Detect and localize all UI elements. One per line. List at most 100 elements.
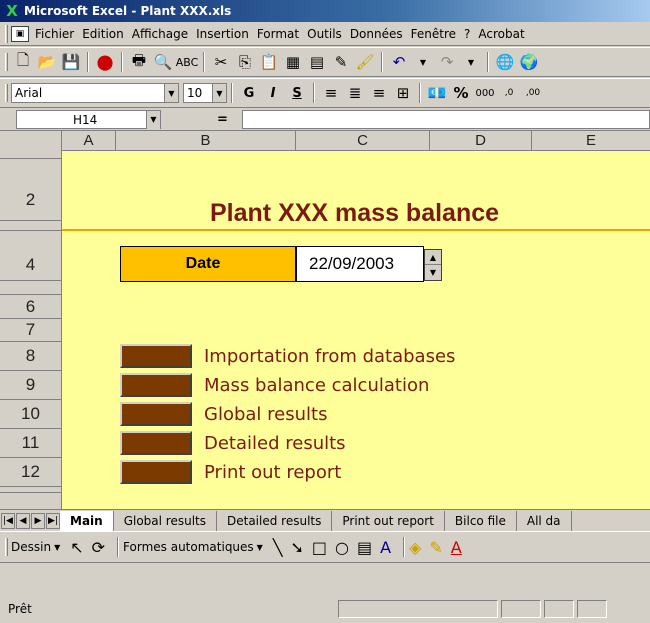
chevron-down-icon[interactable]: ▼	[164, 84, 178, 102]
tab-print-out-report[interactable]: Print out report	[332, 510, 445, 531]
merge-center-icon[interactable]: ⊞	[392, 82, 414, 104]
undo-dropdown-icon[interactable]: ▼	[412, 51, 434, 73]
font-name-select[interactable]: Arial ▼	[11, 83, 179, 103]
tab-detailed-results[interactable]: Detailed results	[217, 510, 333, 531]
print-report-button[interactable]	[120, 460, 192, 484]
menu-format[interactable]: Format	[257, 27, 299, 41]
spin-down-icon[interactable]: ▼	[425, 265, 441, 280]
detailed-results-label[interactable]: Detailed results	[204, 433, 346, 454]
thousands-separator-icon[interactable]: 000	[474, 82, 496, 104]
column-header-b[interactable]: B	[116, 131, 296, 151]
redo-dropdown-icon[interactable]: ▼	[460, 51, 482, 73]
hyperlink-icon[interactable]: 🌍	[518, 51, 540, 73]
percent-icon[interactable]: %	[450, 82, 472, 104]
underline-icon[interactable]: S	[286, 82, 308, 104]
row-header-3[interactable]	[0, 221, 62, 231]
align-right-icon[interactable]: ≡	[368, 82, 390, 104]
oval-icon[interactable]: ○	[335, 538, 349, 557]
currency-icon[interactable]: 💶	[426, 82, 448, 104]
mass-balance-calc-label[interactable]: Mass balance calculation	[204, 375, 429, 396]
menu-donnees[interactable]: Données	[350, 27, 403, 41]
arrow-icon[interactable]: ➘	[290, 538, 303, 557]
decrease-decimal-icon[interactable]: ,00	[522, 82, 544, 104]
web-toolbar-icon[interactable]: 🌐	[494, 51, 516, 73]
align-left-icon[interactable]: ≡	[320, 82, 342, 104]
first-sheet-icon[interactable]: |◀	[1, 512, 15, 529]
italic-icon[interactable]: I	[262, 82, 284, 104]
row-header-2[interactable]: 2	[0, 159, 62, 221]
prev-sheet-icon[interactable]: ◀	[16, 512, 30, 529]
toolbar-grip[interactable]	[5, 84, 8, 102]
line-color-icon[interactable]: ✎	[429, 538, 442, 557]
menu-outils[interactable]: Outils	[307, 27, 342, 41]
font-size-select[interactable]: 10 ▼	[183, 83, 227, 103]
column-header-e[interactable]: E	[532, 131, 650, 151]
date-field[interactable]: 22/09/2003	[296, 246, 424, 282]
tab-all-data[interactable]: All da	[517, 510, 572, 531]
equals-icon[interactable]: =	[217, 112, 228, 127]
row-header-11[interactable]: 11	[0, 429, 62, 458]
document-icon[interactable]: ▣	[11, 25, 29, 42]
column-header-d[interactable]: D	[430, 131, 532, 151]
toolbar-grip[interactable]	[5, 53, 8, 71]
spellcheck-icon[interactable]: ABC	[176, 51, 199, 73]
column-header-a[interactable]: A	[62, 131, 116, 151]
menu-affichage[interactable]: Affichage	[132, 27, 188, 41]
textbox-icon[interactable]: ▤	[357, 538, 372, 557]
draw-menu[interactable]: Dessin ▼	[11, 540, 60, 554]
toolbar-grip[interactable]	[5, 24, 8, 43]
align-center-icon[interactable]: ≣	[344, 82, 366, 104]
row-header-12[interactable]: 12	[0, 458, 62, 487]
toolbar-grip[interactable]	[5, 538, 8, 556]
fill-color-icon[interactable]: ◈	[409, 538, 421, 557]
copy-icon[interactable]: ⎘	[234, 51, 256, 73]
print-report-label[interactable]: Print out report	[204, 462, 341, 483]
paste-icon[interactable]: 📋	[258, 51, 280, 73]
paste-special-icon[interactable]: ▦	[282, 51, 304, 73]
menu-help[interactable]: ?	[464, 27, 470, 41]
row-header-4[interactable]: 4	[0, 231, 62, 281]
row-header-10[interactable]: 10	[0, 400, 62, 429]
increase-decimal-icon[interactable]: ,0	[498, 82, 520, 104]
name-box[interactable]: H14 ▼	[16, 110, 161, 129]
global-results-label[interactable]: Global results	[204, 404, 327, 425]
rotate-icon[interactable]: ⟳	[92, 538, 105, 557]
autoshapes-menu[interactable]: Formes automatiques ▼	[123, 540, 263, 554]
menu-edition[interactable]: Edition	[82, 27, 124, 41]
spin-up-icon[interactable]: ▲	[425, 250, 441, 265]
save-icon[interactable]: 💾	[60, 51, 82, 73]
stop-icon[interactable]: ⬤	[94, 51, 116, 73]
date-spinner[interactable]: ▲ ▼	[424, 249, 442, 281]
rectangle-icon[interactable]: □	[312, 538, 327, 557]
menu-acrobat[interactable]: Acrobat	[478, 27, 524, 41]
row-header-5[interactable]	[0, 281, 62, 295]
paste-values-icon[interactable]: ▤	[306, 51, 328, 73]
row-header-14[interactable]: 14	[0, 493, 62, 509]
import-databases-button[interactable]	[120, 344, 192, 368]
tab-main[interactable]: Main	[60, 510, 114, 531]
excel-icon[interactable]: X	[4, 3, 20, 19]
row-header-7[interactable]: 7	[0, 319, 62, 342]
import-databases-label[interactable]: Importation from databases	[204, 346, 455, 367]
chevron-down-icon[interactable]: ▼	[212, 84, 226, 102]
menu-fichier[interactable]: Fichier	[35, 27, 74, 41]
next-sheet-icon[interactable]: ▶	[31, 512, 45, 529]
tab-global-results[interactable]: Global results	[114, 510, 217, 531]
print-icon[interactable]: 🖶	[128, 51, 150, 73]
last-sheet-icon[interactable]: ▶|	[46, 512, 60, 529]
tab-bilco-file[interactable]: Bilco file	[445, 510, 517, 531]
global-results-button[interactable]	[120, 402, 192, 426]
worksheet[interactable]: A B C D E 2 4 6 7 8 9 10 11 12 14 Plant …	[0, 131, 650, 509]
line-icon[interactable]: ╲	[273, 538, 283, 557]
chevron-down-icon[interactable]: ▼	[146, 110, 160, 129]
font-color-icon[interactable]: A	[451, 538, 462, 557]
select-pointer-icon[interactable]: ↖	[70, 538, 83, 557]
undo-icon[interactable]: ↶	[388, 51, 410, 73]
row-header-1[interactable]	[0, 151, 62, 159]
row-header-8[interactable]: 8	[0, 342, 62, 371]
column-header-c[interactable]: C	[296, 131, 430, 151]
format-painter-icon[interactable]: 🖌	[354, 51, 376, 73]
menu-insertion[interactable]: Insertion	[196, 27, 249, 41]
row-header-6[interactable]: 6	[0, 295, 62, 319]
menu-fenetre[interactable]: Fenêtre	[411, 27, 456, 41]
